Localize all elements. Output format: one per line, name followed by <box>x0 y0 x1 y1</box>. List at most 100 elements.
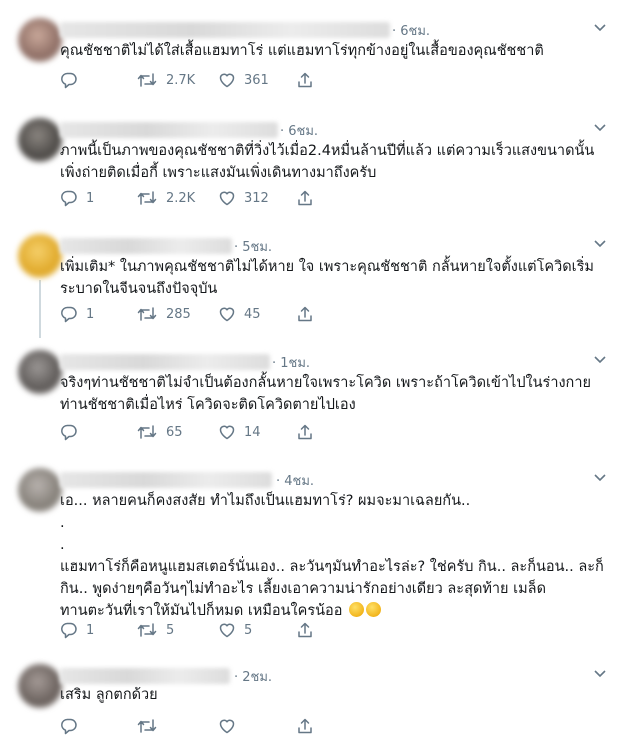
author-name-blurred[interactable] <box>60 122 278 138</box>
reply-icon <box>61 622 77 639</box>
tweet-text-line: . <box>60 515 65 531</box>
reply-button[interactable]: 1 <box>60 620 94 640</box>
timestamp[interactable]: · 6ชม. <box>280 120 318 141</box>
tweet-text: ภาพนี้เป็นภาพของคุณชัชชาติที่วิ่งไว้เมื่… <box>60 140 620 184</box>
tweet-text-line: แฮมทาโร่ก็คือหนูแฮมสเตอร์นั่นเอง.. ละวัน… <box>60 559 604 575</box>
reply-button[interactable]: 1 <box>60 304 94 324</box>
reply-icon <box>61 306 77 323</box>
avatar[interactable] <box>18 350 62 394</box>
heart-icon <box>219 425 235 440</box>
retweet-button[interactable] <box>136 716 166 736</box>
timestamp[interactable]: · 6ชม. <box>392 20 430 41</box>
avatar[interactable] <box>18 118 62 162</box>
share-button[interactable] <box>296 70 314 90</box>
tweet-text-line: เพิ่งถ่ายติดเมื่อกี้ เพราะแสงมันเพิ่งเดิ… <box>60 165 377 181</box>
reply-count: 1 <box>86 622 95 638</box>
like-button[interactable]: 361 <box>218 70 269 90</box>
retweet-button[interactable]: 65 <box>136 422 183 442</box>
retweet-count: 2.2K <box>166 190 196 206</box>
tweet-text: คุณชัชชาติไม่ได้ใส่เสื้อแฮมทาโร่ แต่แฮมท… <box>60 40 620 62</box>
tweet-text-line: ท่านชัชชาติเมื่อไหร่ โควิดจะติดโควิดตายไ… <box>60 397 356 413</box>
timestamp[interactable]: · 5ชม. <box>234 236 272 257</box>
heart-icon <box>219 719 235 734</box>
tweet-text-line: ทานตะวันที่เราให้มันไปก็หมด เหมือนใครน้อ… <box>60 603 343 619</box>
like-button[interactable]: 45 <box>218 304 261 324</box>
retweet-button[interactable]: 285 <box>136 304 191 324</box>
reply-count: 1 <box>86 190 95 206</box>
author-name-blurred[interactable] <box>60 22 390 38</box>
author-name-blurred[interactable] <box>60 238 232 254</box>
like-button[interactable] <box>218 716 244 736</box>
chevron-down-icon[interactable] <box>592 668 608 680</box>
tweet-text-line: กิน.. พูดง่ายๆคือวันๆไม่ทำอะไร เลี้ยงเอา… <box>60 581 546 597</box>
share-button[interactable] <box>296 422 314 442</box>
reply-button[interactable] <box>60 716 86 736</box>
share-icon <box>298 72 312 88</box>
chevron-down-icon[interactable] <box>592 472 608 484</box>
retweet-icon <box>137 307 157 321</box>
tweet-text-line: ภาพนี้เป็นภาพของคุณชัชชาติที่วิ่งไว้เมื่… <box>60 143 595 159</box>
share-button[interactable] <box>296 304 314 324</box>
share-button[interactable] <box>296 716 314 736</box>
retweet-count: 65 <box>166 424 183 440</box>
author-name-blurred[interactable] <box>60 354 270 370</box>
reply-button[interactable] <box>60 422 86 442</box>
tweet-text: จริงๆท่านชัชชาติไม่จำเป็นต้องกลั้นหายใจเ… <box>60 372 620 416</box>
heart-icon <box>219 307 235 322</box>
share-button[interactable] <box>296 620 314 640</box>
avatar[interactable] <box>18 234 62 278</box>
like-count: 14 <box>244 424 261 440</box>
avatar[interactable] <box>18 664 62 708</box>
like-count: 361 <box>244 72 269 88</box>
reply-button[interactable] <box>60 70 86 90</box>
chevron-down-icon[interactable] <box>592 22 608 34</box>
chevron-down-icon[interactable] <box>592 354 608 366</box>
tweet-text-line: เสริม ลูกตกด้วย <box>60 687 158 703</box>
thread-line <box>39 280 41 338</box>
share-icon <box>298 306 312 322</box>
retweet-icon <box>137 425 157 439</box>
avatar[interactable] <box>18 468 62 512</box>
reply-button[interactable]: 1 <box>60 188 94 208</box>
share-icon <box>298 622 312 638</box>
heart-icon <box>219 73 235 88</box>
like-count: 5 <box>244 622 253 638</box>
like-button[interactable]: 312 <box>218 188 269 208</box>
author-name-blurred[interactable] <box>60 472 272 488</box>
retweet-button[interactable]: 2.2K <box>136 188 195 208</box>
timestamp[interactable]: · 4ชม. <box>276 470 314 491</box>
reply-icon <box>61 72 77 89</box>
tweet-text-line: . <box>60 537 65 553</box>
chevron-down-icon[interactable] <box>592 122 608 134</box>
timestamp[interactable]: · 1ชม. <box>272 352 310 373</box>
tweet-text-line: เพิ่มเติม* ในภาพคุณชัชชาติไม่ได้หาย ใจ เ… <box>60 259 594 275</box>
like-button[interactable]: 5 <box>218 620 252 640</box>
share-icon <box>298 718 312 734</box>
heart-icon <box>219 623 235 638</box>
reply-count: 1 <box>86 306 95 322</box>
thinking-face-emoji <box>366 602 382 617</box>
like-button[interactable]: 14 <box>218 422 261 442</box>
tweet-text: เอ... หลายคนก็คงสงสัย ทำไมถึงเป็นแฮมทาโร… <box>60 490 620 622</box>
share-icon <box>298 190 312 206</box>
heart-icon <box>219 191 235 206</box>
tweet-text-line: เอ... หลายคนก็คงสงสัย ทำไมถึงเป็นแฮมทาโร… <box>60 493 471 509</box>
retweet-button[interactable]: 5 <box>136 620 174 640</box>
author-name-blurred[interactable] <box>60 668 230 684</box>
retweet-icon <box>137 719 157 733</box>
share-button[interactable] <box>296 188 314 208</box>
retweet-icon <box>137 191 157 205</box>
chevron-down-icon[interactable] <box>592 238 608 250</box>
avatar[interactable] <box>18 18 62 62</box>
like-count: 45 <box>244 306 261 322</box>
tweet-text-line: คุณชัชชาติไม่ได้ใส่เสื้อแฮมทาโร่ แต่แฮมท… <box>60 43 544 59</box>
reply-icon <box>61 718 77 735</box>
share-icon <box>298 424 312 440</box>
tweet-text: เพิ่มเติม* ในภาพคุณชัชชาติไม่ได้หาย ใจ เ… <box>60 256 620 300</box>
retweet-button[interactable]: 2.7K <box>136 70 195 90</box>
tweet-text: เสริม ลูกตกด้วย <box>60 684 620 706</box>
tweet-text-line-with-emoji: ทานตะวันที่เราให้มันไปก็หมด เหมือนใครน้อ… <box>60 600 620 622</box>
tweet-text-line: จริงๆท่านชัชชาติไม่จำเป็นต้องกลั้นหายใจเ… <box>60 375 591 391</box>
retweet-count: 285 <box>166 306 191 322</box>
like-count: 312 <box>244 190 269 206</box>
